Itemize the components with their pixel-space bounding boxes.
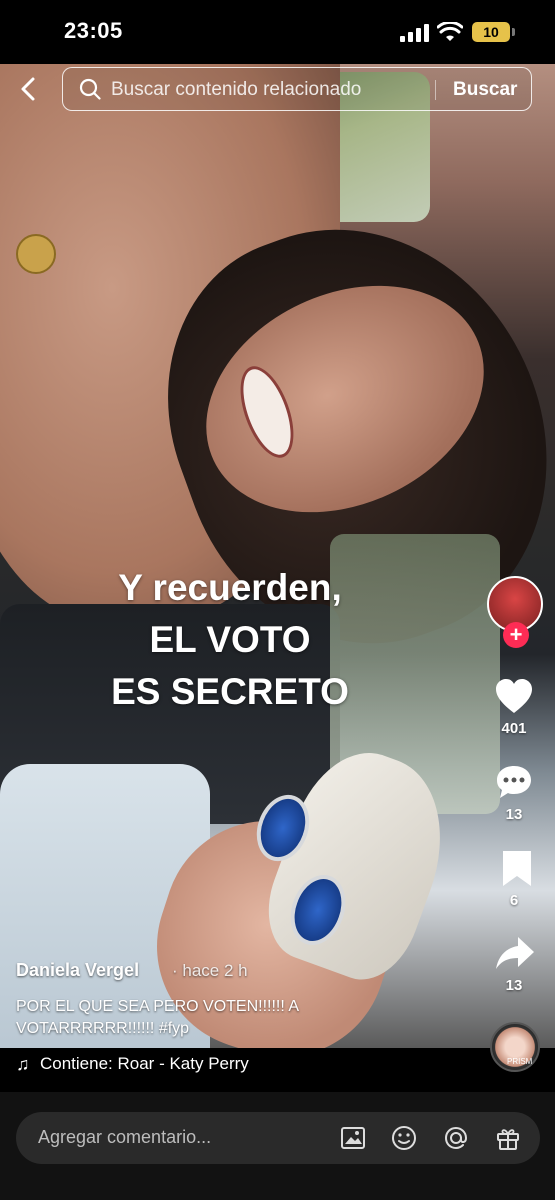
caption-line: Y recuerden, <box>118 567 342 608</box>
music-note-icon: ♫ <box>16 1054 30 1074</box>
search-icon <box>79 78 101 100</box>
caption-line: ES SECRETO <box>111 671 349 712</box>
heart-icon[interactable] <box>493 676 535 718</box>
save-count: 6 <box>509 892 519 909</box>
emoji-icon[interactable] <box>390 1124 418 1152</box>
post-description[interactable]: POR EL QUE SEA PERO VOTEN!!!!!! A VOTARR… <box>16 996 366 1040</box>
comment-count: 13 <box>505 806 523 823</box>
battery-nub <box>512 28 515 36</box>
follow-plus-button[interactable]: + <box>503 622 529 648</box>
search-placeholder: Buscar contenido relacionado <box>111 79 362 100</box>
music-disc-label: PRISM <box>507 1057 533 1066</box>
chevron-left-icon[interactable] <box>14 74 44 104</box>
music-track[interactable]: Contiene: Roar - Katy Perry <box>40 1054 249 1074</box>
video-player[interactable] <box>0 64 555 1048</box>
bookmark-icon[interactable] <box>496 848 538 890</box>
like-count: 401 <box>501 720 527 737</box>
share-arrow-icon[interactable] <box>494 932 536 974</box>
search-input[interactable]: Buscar contenido relacionado Buscar <box>62 67 532 111</box>
share-count: 13 <box>505 977 523 994</box>
battery-indicator: 10 <box>472 22 510 42</box>
caption-line: EL VOTO <box>149 619 311 660</box>
comment-bubble-icon[interactable] <box>493 762 535 804</box>
video-scene-pendant <box>16 234 56 274</box>
author-name[interactable]: Daniela Vergel <box>16 960 139 981</box>
at-sign-icon[interactable] <box>442 1124 470 1152</box>
status-bar: 23:05 10 <box>0 0 555 64</box>
search-divider <box>435 80 436 100</box>
post-time: · hace 2 h <box>172 961 248 980</box>
search-button[interactable]: Buscar <box>453 79 517 101</box>
comment-placeholder: Agregar comentario... <box>38 1127 212 1147</box>
cellular-signal-icon <box>400 24 429 42</box>
wifi-icon <box>437 22 463 41</box>
status-time: 23:05 <box>64 18 123 43</box>
image-icon[interactable] <box>339 1124 367 1152</box>
video-caption-overlay: Y recuerden, EL VOTO ES SECRETO <box>60 562 400 718</box>
gift-icon[interactable] <box>494 1124 522 1152</box>
